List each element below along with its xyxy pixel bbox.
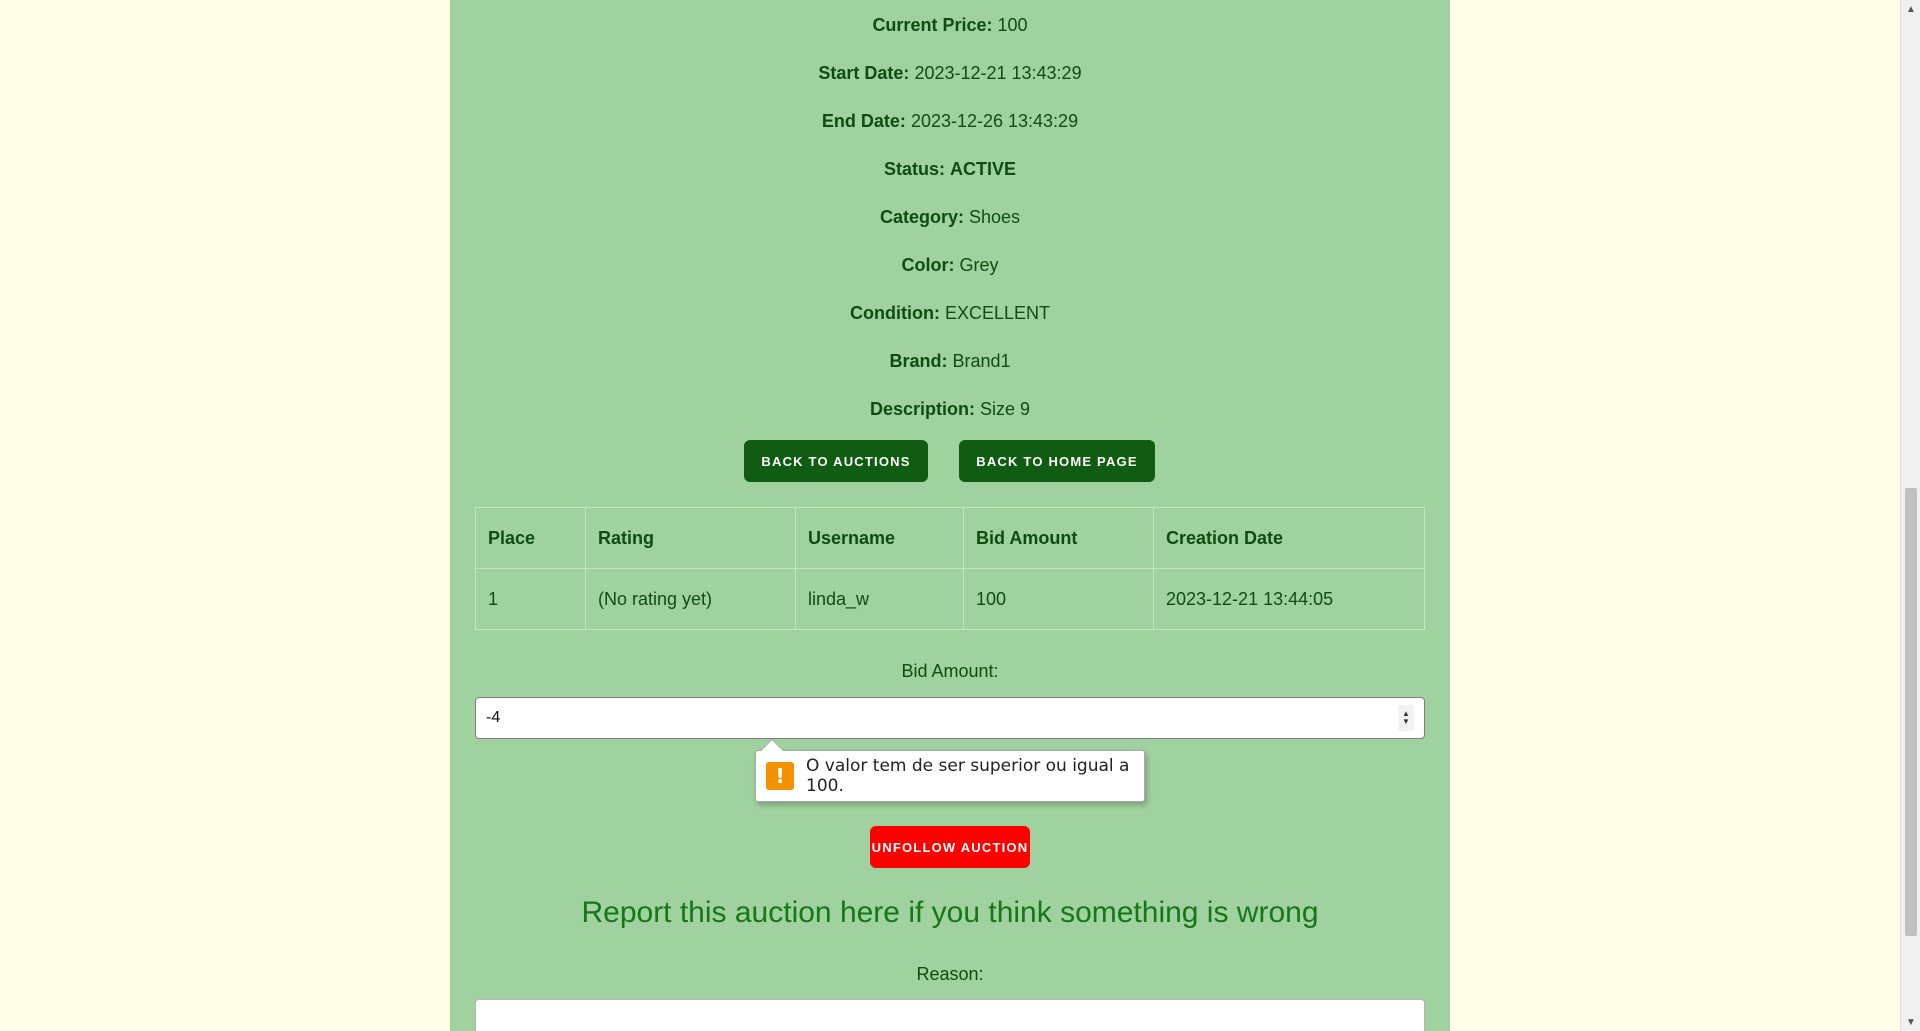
cell-bid-amount: 100 (963, 568, 1154, 630)
detail-category: Category: Shoes (450, 206, 1450, 228)
bid-amount-label: Bid Amount: (901, 661, 999, 681)
scroll-up-icon[interactable]: ▲ (1901, 0, 1920, 18)
column-header-username: Username (795, 507, 964, 569)
warning-icon: ! (766, 762, 794, 790)
number-stepper[interactable]: ▲ ▼ (1398, 705, 1414, 731)
reason-label: Reason: (916, 964, 984, 984)
detail-value: Size 9 (980, 399, 1031, 419)
column-header-rating: Rating (585, 507, 796, 569)
detail-start-date: Start Date: 2023-12-21 13:43:29 (450, 62, 1450, 84)
detail-label: Brand: (889, 351, 948, 371)
validation-tooltip: ! O valor tem de ser superior ou igual a… (755, 738, 1145, 802)
detail-brand: Brand: Brand1 (450, 350, 1450, 372)
validation-message: O valor tem de ser superior ou igual a 1… (806, 756, 1130, 796)
detail-label: Condition: (849, 303, 940, 323)
table-header-row: Place Rating Username Bid Amount Creatio… (475, 507, 1425, 569)
auction-panel: Current Price: 100 Start Date: 2023-12-2… (450, 0, 1450, 1031)
detail-value: 2023-12-26 13:43:29 (910, 111, 1079, 131)
column-header-creation-date: Creation Date (1153, 507, 1425, 569)
detail-label: End Date: (821, 111, 906, 131)
cell-place: 1 (475, 568, 586, 630)
detail-label: Color: (901, 255, 955, 275)
column-header-place: Place (475, 507, 586, 569)
scroll-down-icon[interactable]: ▼ (1901, 1013, 1920, 1031)
detail-status: Status: ACTIVE (450, 158, 1450, 180)
detail-label: Status: (883, 159, 945, 179)
detail-condition: Condition: EXCELLENT (450, 302, 1450, 324)
report-heading: Report this auction here if you think so… (581, 896, 1319, 929)
unfollow-auction-button[interactable]: Unfollow auction (870, 826, 1030, 868)
cell-username: linda_w (795, 568, 964, 630)
detail-value: ACTIVE (950, 159, 1017, 179)
detail-label: Start Date: (818, 63, 910, 83)
column-header-bid-amount: Bid Amount (963, 507, 1154, 569)
detail-value: 2023-12-21 13:43:29 (914, 63, 1082, 83)
detail-value: Shoes (968, 207, 1021, 227)
reason-input[interactable] (475, 999, 1425, 1031)
back-to-auctions-button[interactable]: Back to auctions (744, 440, 928, 482)
bid-amount-input[interactable]: -4 ▲ ▼ (475, 697, 1425, 739)
vertical-scrollbar[interactable]: ▲ ▼ (1900, 0, 1920, 1031)
detail-current-price: Current Price: 100 (450, 14, 1450, 36)
detail-value: Grey (959, 255, 999, 275)
page-viewport: Current Price: 100 Start Date: 2023-12-2… (0, 0, 1920, 1031)
detail-label: Category: (879, 207, 964, 227)
scrollbar-thumb[interactable] (1905, 488, 1917, 936)
table-row: 1 (No rating yet) linda_w 100 2023-12-21… (475, 568, 1425, 630)
bid-amount-value: -4 (486, 709, 501, 726)
detail-value: 100 (997, 15, 1028, 35)
detail-description: Description: Size 9 (450, 398, 1450, 420)
detail-end-date: End Date: 2023-12-26 13:43:29 (450, 110, 1450, 132)
cell-creation-date: 2023-12-21 13:44:05 (1153, 568, 1425, 630)
detail-color: Color: Grey (450, 254, 1450, 276)
detail-label: Current Price: (872, 15, 993, 35)
detail-value: Brand1 (952, 351, 1011, 371)
cell-rating: (No rating yet) (585, 568, 796, 630)
stepper-down-icon[interactable]: ▼ (1402, 718, 1410, 726)
back-to-home-button[interactable]: Back to home page (959, 440, 1155, 482)
bids-table: Place Rating Username Bid Amount Creatio… (475, 507, 1425, 630)
tooltip-arrow (760, 738, 784, 762)
detail-label: Description: (869, 399, 975, 419)
detail-value: EXCELLENT (944, 303, 1051, 323)
